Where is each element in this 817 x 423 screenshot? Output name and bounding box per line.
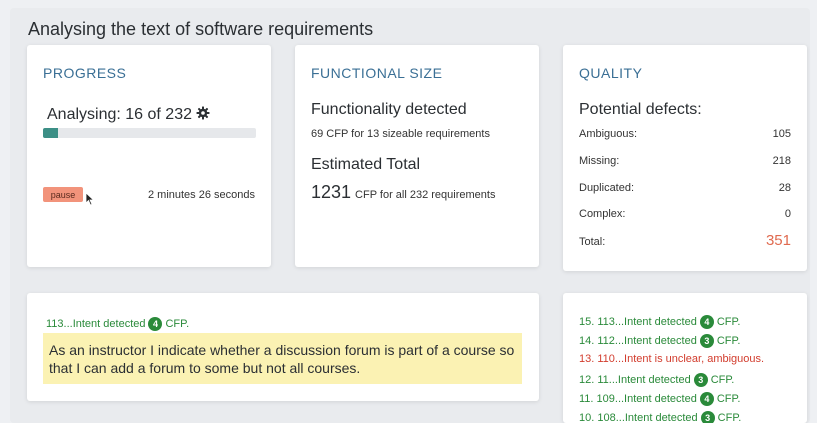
log-item-suffix: CFP. xyxy=(710,374,735,386)
log-item-suffix: CFP. xyxy=(716,316,741,328)
log-item-suffix: CFP. xyxy=(716,335,741,347)
log-item: 10. 108...Intent detected 3 CFP. xyxy=(579,411,741,423)
defect-label: Ambiguous: xyxy=(579,128,638,140)
log-item-text: 11. 109...Intent detected xyxy=(579,393,697,405)
progress-heading: PROGRESS xyxy=(43,65,127,81)
analysis-status-text: Analysing: 16 of 232 xyxy=(47,106,192,123)
pause-button[interactable]: pause xyxy=(43,187,83,202)
defect-row-complex: Complex: 0 xyxy=(579,208,791,220)
potential-defects-title: Potential defects: xyxy=(579,101,702,118)
log-item-warning: 13. 110...Intent is unclear, ambiguous. xyxy=(579,353,764,365)
log-item: 15. 113...Intent detected 4 CFP. xyxy=(579,315,740,329)
defect-row-duplicated: Duplicated: 28 xyxy=(579,182,791,194)
log-item: 14. 112...Intent detected 3 CFP. xyxy=(579,334,740,348)
cfp-count-badge: 3 xyxy=(693,373,708,387)
log-item: 11. 109...Intent detected 4 CFP. xyxy=(579,392,740,406)
progress-bar xyxy=(43,128,256,138)
estimated-total-suffix: CFP for all 232 requirements xyxy=(355,189,496,201)
cfp-count-badge: 3 xyxy=(700,411,715,423)
intent-status: 113...Intent detected 4 CFP. xyxy=(46,317,189,331)
elapsed-time: 2 minutes 26 seconds xyxy=(147,189,255,201)
log-item-suffix: CFP. xyxy=(717,412,742,423)
cfp-count-badge: 3 xyxy=(699,334,714,348)
defect-label: Missing: xyxy=(579,155,620,167)
defect-row-missing: Missing: 218 xyxy=(579,155,791,167)
functional-size-card: FUNCTIONAL SIZE Functionality detected 6… xyxy=(295,45,539,267)
requirement-text: As an instructor I indicate whether a di… xyxy=(43,333,522,384)
log-item: 12. 11...Intent detected 3 CFP. xyxy=(579,373,734,387)
log-item-suffix: CFP. xyxy=(716,393,741,405)
defect-row-total: Total: 351 xyxy=(579,232,791,249)
current-requirement-card: 113...Intent detected 4 CFP. As an instr… xyxy=(27,293,539,401)
defect-label: Complex: xyxy=(579,208,626,220)
quality-heading: QUALITY xyxy=(579,65,643,81)
log-item-text: 14. 112...Intent detected xyxy=(579,335,697,347)
gear-icon[interactable] xyxy=(196,106,210,120)
log-item-text: 13. 110...Intent is unclear, ambiguous. xyxy=(579,353,765,365)
functionality-detected-line: 69 CFP for 13 sizeable requirements xyxy=(311,128,490,140)
intent-status-text: 113...Intent detected xyxy=(46,318,146,330)
functional-size-heading: FUNCTIONAL SIZE xyxy=(311,65,443,81)
intent-status-suffix: CFP. xyxy=(165,318,190,330)
page-container: Analysing the text of software requireme… xyxy=(10,8,810,423)
defect-total-label: Total: xyxy=(579,236,606,248)
defect-value: 105 xyxy=(772,128,791,140)
estimated-total-line: 1231 CFP for all 232 requirements xyxy=(311,182,495,203)
cursor-icon xyxy=(85,192,95,206)
defect-value: 218 xyxy=(772,155,791,167)
log-item-text: 12. 11...Intent detected xyxy=(579,374,691,386)
page-title: Analysing the text of software requireme… xyxy=(28,19,374,39)
defect-value: 28 xyxy=(778,182,791,194)
estimated-total-title: Estimated Total xyxy=(311,156,421,173)
cfp-count-badge: 4 xyxy=(699,315,714,329)
functionality-detected-title: Functionality detected xyxy=(311,101,467,118)
quality-card: QUALITY Potential defects: Ambiguous: 10… xyxy=(563,45,807,271)
defect-row-ambiguous: Ambiguous: 105 xyxy=(579,128,791,140)
defect-total-value: 351 xyxy=(765,232,791,249)
cfp-count-badge: 4 xyxy=(148,317,163,331)
estimated-total-value: 1231 xyxy=(311,182,352,202)
analysis-status: Analysing: 16 of 232 xyxy=(47,106,210,124)
progress-bar-fill xyxy=(43,128,58,138)
log-item-text: 15. 113...Intent detected xyxy=(579,316,697,328)
cfp-count-badge: 4 xyxy=(699,392,714,406)
defect-value: 0 xyxy=(784,208,791,220)
analysis-log-card: 15. 113...Intent detected 4 CFP. 14. 112… xyxy=(563,293,807,423)
log-item-text: 10. 108...Intent detected xyxy=(579,412,698,423)
progress-card: PROGRESS Analysing: 16 of 232 pause 2 mi… xyxy=(27,45,271,267)
defect-label: Duplicated: xyxy=(579,182,635,194)
